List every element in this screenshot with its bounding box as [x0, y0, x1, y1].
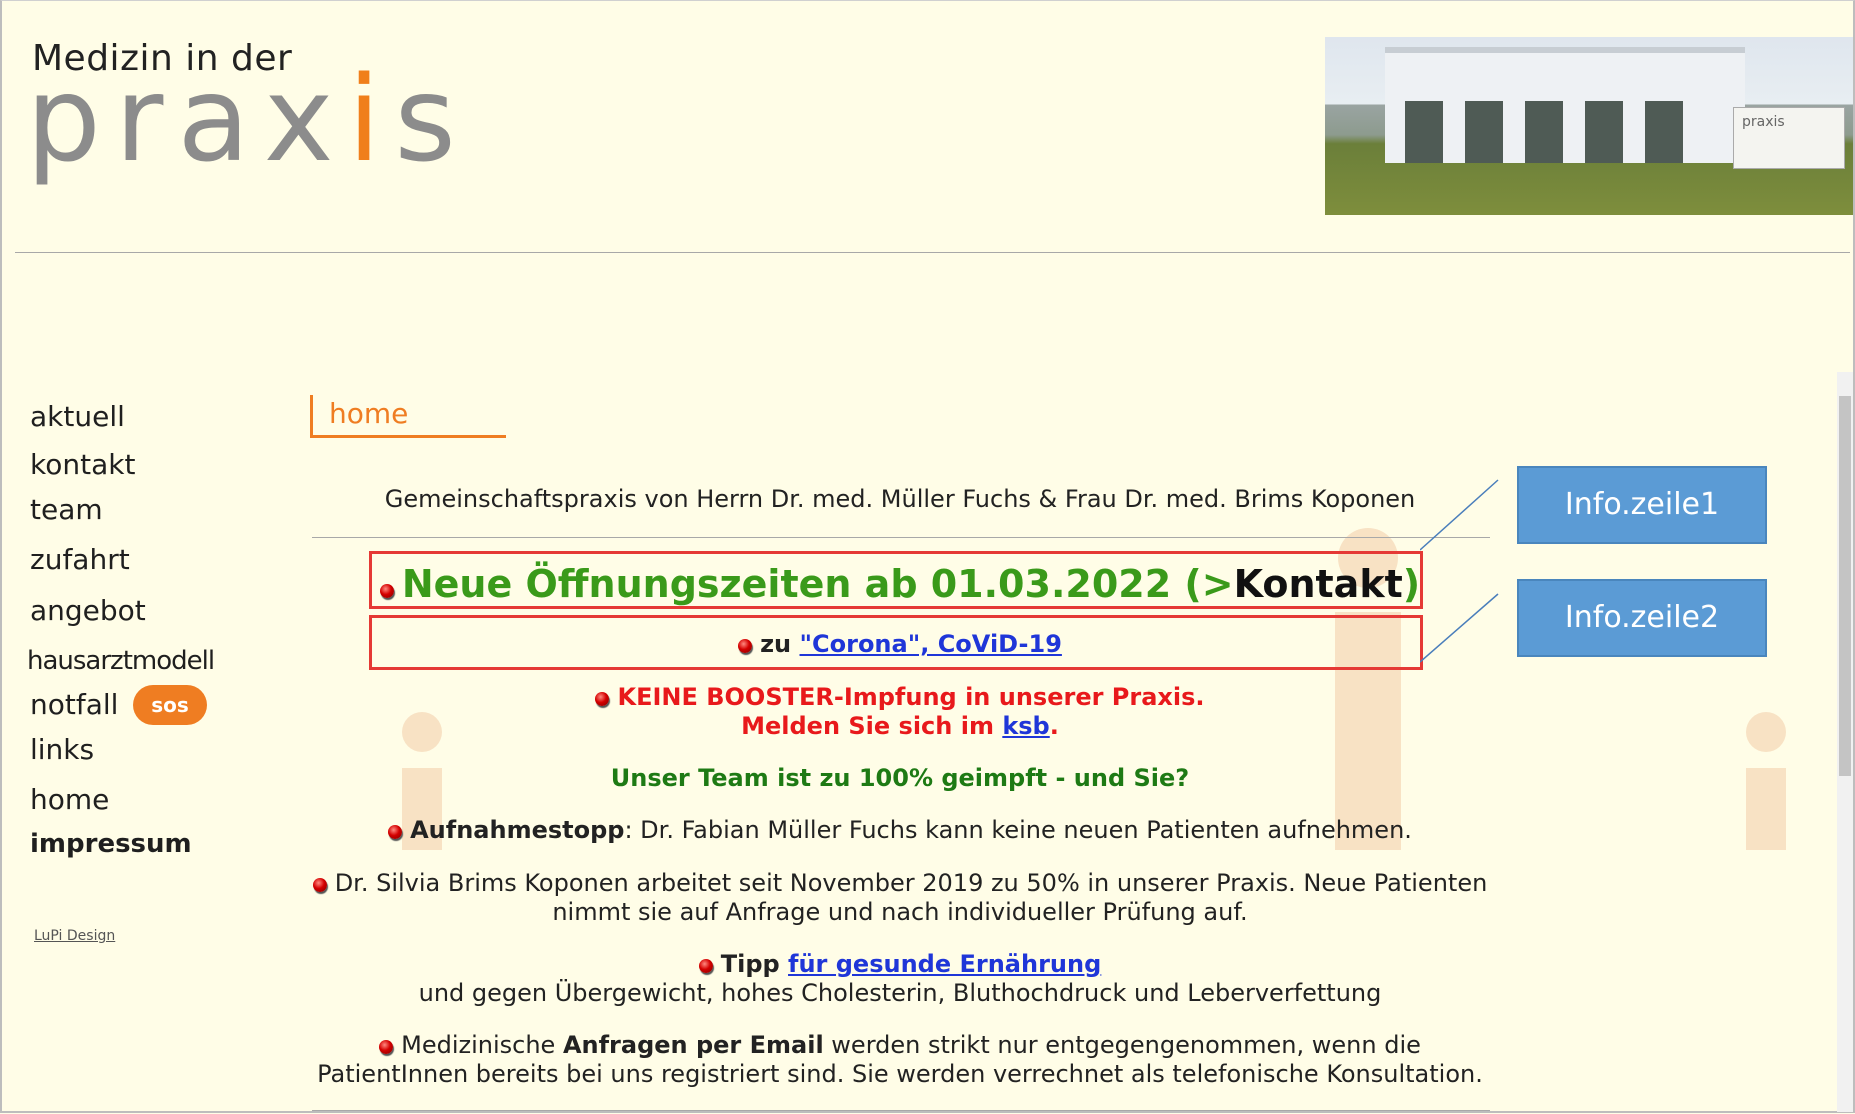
- ksb-link[interactable]: ksb: [1002, 712, 1049, 740]
- logo-i: i: [347, 50, 395, 188]
- callout-line-1: [1420, 479, 1499, 551]
- bullet-icon: [698, 959, 713, 973]
- nav-item-kontakt[interactable]: kontakt: [30, 448, 135, 481]
- callout-info-zeile2: Info.zeile2: [1517, 579, 1767, 657]
- callout-line-2: [1420, 593, 1499, 663]
- nav-item-home[interactable]: home: [30, 783, 109, 816]
- content-divider-bottom: [312, 1110, 1490, 1111]
- sos-badge[interactable]: sos: [133, 685, 207, 725]
- kontakt-link[interactable]: Kontakt: [1234, 562, 1403, 606]
- booster-line-2: Melden Sie sich im ksb.: [310, 712, 1490, 740]
- opening-hours-text: Neue Öffnungszeiten ab 01.03.2022 (>: [401, 562, 1234, 606]
- nav-item-links[interactable]: links: [30, 733, 94, 766]
- nav-item-team[interactable]: team: [30, 493, 103, 526]
- admission-stop-line: Aufnahmestopp: Dr. Fabian Müller Fuchs k…: [310, 816, 1490, 844]
- nutrition-link[interactable]: für gesunde Ernährung: [788, 950, 1101, 978]
- bullet-icon: [595, 692, 610, 706]
- nav-item-zufahrt[interactable]: zufahrt: [30, 543, 130, 576]
- logo-text-start: prax: [26, 50, 348, 188]
- booster-text-2: Melden Sie sich im: [741, 712, 1003, 740]
- window: [1465, 101, 1503, 163]
- team-vaccinated-line: Unser Team ist zu 100% geimpft - und Sie…: [610, 764, 1190, 792]
- tipp-line-2: und gegen Übergewicht, hohes Cholesterin…: [418, 979, 1382, 1007]
- window: [1525, 101, 1563, 163]
- info-line-2: zu "Corona", CoViD-19: [310, 630, 1490, 658]
- silvia-text-1: Dr. Silvia Brims Koponen arbeitet seit N…: [334, 869, 1488, 897]
- practice-sign: praxis: [1733, 107, 1845, 169]
- window: [1645, 101, 1683, 163]
- logo-praxis[interactable]: praxis: [26, 60, 470, 178]
- nav-item-angebot[interactable]: angebot: [30, 594, 146, 627]
- email-text-b: werden strikt nur entgegengenommen, wenn…: [823, 1031, 1421, 1059]
- window: [1585, 101, 1623, 163]
- lupi-design-link[interactable]: LuPi Design: [34, 928, 115, 944]
- logo-text-end: s: [394, 50, 470, 188]
- scrollbar-thumb[interactable]: [1839, 396, 1851, 776]
- nav-item-impressum[interactable]: impressum: [30, 829, 192, 859]
- sign-text: praxis: [1742, 114, 1785, 130]
- silvia-line-1: Dr. Silvia Brims Koponen arbeitet seit N…: [310, 869, 1490, 897]
- building: [1385, 47, 1745, 163]
- booster-period: .: [1049, 712, 1059, 740]
- booster-line-1: KEINE BOOSTER-Impfung in unserer Praxis.: [310, 683, 1490, 711]
- admission-stop-label: Aufnahmestopp: [410, 816, 625, 844]
- callout-info-zeile1: Info.zeile1: [1517, 466, 1767, 544]
- info-line-1[interactable]: Neue Öffnungszeiten ab 01.03.2022 (>Kont…: [310, 562, 1490, 606]
- nav-item-hausarztmodell[interactable]: hausarztmodell: [27, 646, 215, 676]
- header-divider: [15, 252, 1850, 253]
- silvia-line-2: nimmt sie auf Anfrage und nach individue…: [552, 898, 1248, 926]
- corona-prefix: zu: [760, 630, 800, 658]
- bullet-icon: [738, 639, 753, 653]
- email-bold: Anfragen per Email: [562, 1031, 824, 1059]
- bullet-icon: [388, 825, 403, 839]
- opening-hours-close: ): [1402, 562, 1421, 606]
- callout-connectors: [1420, 479, 1499, 663]
- tipp-label: Tipp: [720, 950, 789, 978]
- email-line-1: Medizinische Anfragen per Email werden s…: [310, 1031, 1490, 1059]
- page-tab-label: home: [329, 397, 409, 430]
- nav-item-aktuell[interactable]: aktuell: [30, 400, 125, 433]
- bullet-icon: [379, 584, 394, 598]
- window: [1405, 101, 1443, 163]
- tipp-line-1: Tipp für gesunde Ernährung: [310, 950, 1490, 978]
- corona-link[interactable]: "Corona", CoViD-19: [800, 630, 1062, 658]
- admission-stop-text: : Dr. Fabian Müller Fuchs kann keine neu…: [624, 816, 1412, 844]
- watermark-i-stem: [1746, 768, 1786, 850]
- content-divider: [312, 537, 1490, 538]
- watermark-i-dot: [1746, 712, 1786, 752]
- scrollbar[interactable]: [1837, 372, 1853, 1112]
- page-tab-home: home: [310, 395, 506, 438]
- bullet-icon: [312, 878, 327, 892]
- practice-building-photo: praxis: [1325, 37, 1853, 215]
- bullet-icon: [379, 1040, 394, 1054]
- email-text-a: Medizinische: [401, 1031, 563, 1059]
- booster-text: KEINE BOOSTER-Impfung in unserer Praxis.: [617, 683, 1205, 711]
- nav-item-notfall[interactable]: notfall: [30, 688, 118, 721]
- practice-subtitle: Gemeinschaftspraxis von Herrn Dr. med. M…: [384, 485, 1416, 513]
- email-line-2: PatientInnen bereits bei uns registriert…: [317, 1060, 1483, 1088]
